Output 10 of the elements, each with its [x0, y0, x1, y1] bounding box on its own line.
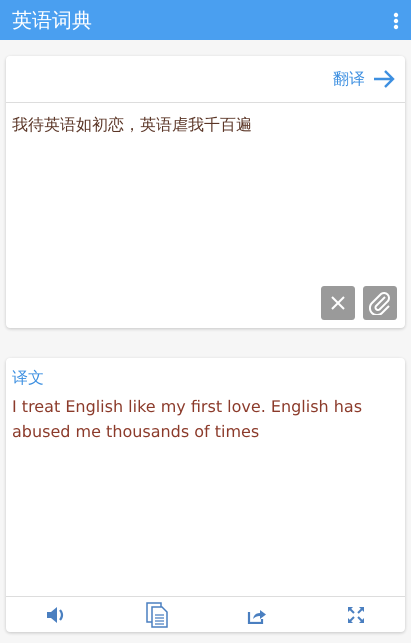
translation-text: I treat English like my first love. English has abused me thousands of times: [11, 396, 364, 443]
paperclip-icon[interactable]: [369, 291, 391, 315]
app-title: 英语词典: [12, 7, 92, 34]
copy-icon[interactable]: [146, 602, 168, 628]
result-label: 译文: [11, 367, 45, 389]
clear-button[interactable]: [321, 286, 355, 320]
close-icon[interactable]: [331, 296, 345, 310]
input-text[interactable]: 我待英语如初恋，英语虐我千百遍: [6, 103, 405, 147]
attach-button[interactable]: [363, 286, 397, 320]
arrow-icon[interactable]: [373, 70, 395, 88]
